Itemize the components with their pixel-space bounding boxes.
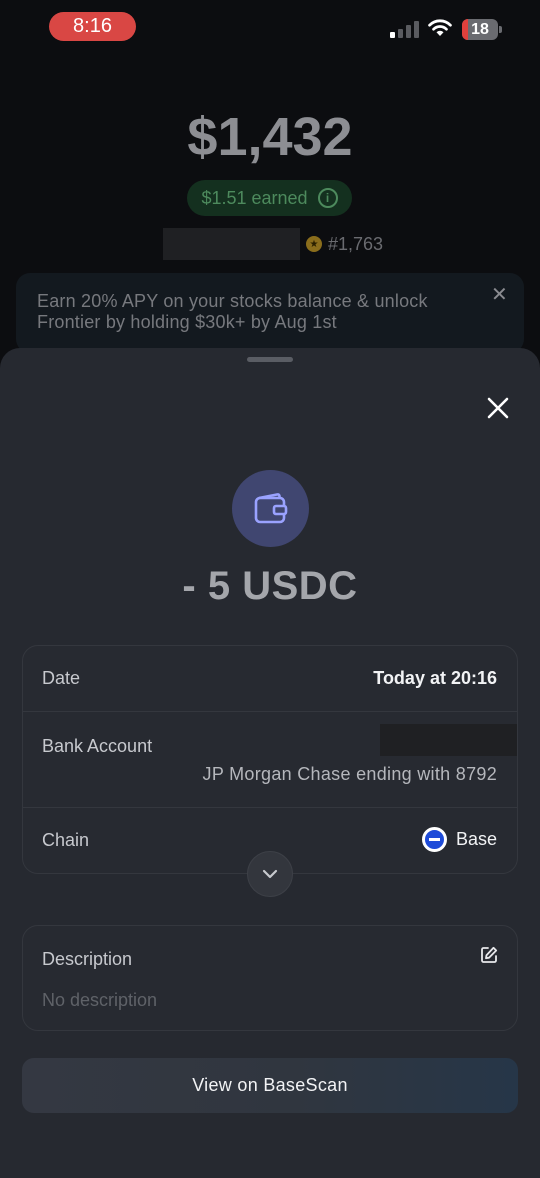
date-value: Today at 20:16	[373, 668, 497, 688]
view-on-basescan-button[interactable]: View on BaseScan	[22, 1058, 518, 1113]
sheet-grabber[interactable]	[247, 357, 293, 362]
chevron-down-icon	[262, 869, 278, 879]
date-label: Date	[42, 668, 81, 688]
wifi-icon	[428, 19, 452, 36]
user-rank-row: ★ #1,763	[163, 228, 383, 260]
chain-label: Chain	[42, 830, 90, 850]
close-icon[interactable]: ✕	[491, 285, 508, 306]
edit-icon[interactable]	[480, 946, 498, 964]
description-placeholder[interactable]: No description	[42, 990, 157, 1011]
chain-value: Base	[455, 829, 497, 849]
bank-account-value: JP Morgan Chase ending with 8792	[202, 764, 497, 784]
promo-banner-text: Earn 20% APY on your stocks balance & un…	[37, 291, 428, 332]
transaction-type-badge	[232, 470, 309, 547]
rank-badge-icon: ★	[306, 236, 322, 252]
battery-icon: 18	[462, 19, 502, 40]
earned-text: $1.51 earned	[201, 187, 308, 208]
portfolio-balance: $1,432	[187, 107, 353, 167]
earned-badge[interactable]: $1.51 earned i	[187, 180, 352, 216]
date-row: Date Today at 20:16	[23, 646, 517, 712]
close-icon[interactable]	[484, 394, 512, 422]
transaction-amount: - 5 USDC	[182, 564, 358, 608]
redacted-account	[380, 724, 517, 756]
description-card[interactable]: Description No description	[22, 925, 518, 1031]
info-icon[interactable]: i	[317, 188, 338, 208]
rank-text: #1,763	[328, 233, 384, 254]
details-card: Date Today at 20:16 Bank Account JP Morg…	[22, 645, 518, 874]
base-chain-icon	[421, 827, 447, 852]
transaction-sheet: - 5 USDC Date Today at 20:16 Bank Accoun…	[0, 348, 540, 1178]
expand-details-button[interactable]	[247, 851, 293, 897]
description-label: Description	[42, 949, 133, 969]
wallet-icon	[254, 492, 287, 523]
battery-level: 18	[471, 20, 489, 38]
signal-icon	[390, 20, 420, 38]
bank-account-label: Bank Account	[42, 736, 153, 756]
status-bar: 8:16 18	[0, 0, 540, 54]
bank-account-row: Bank Account JP Morgan Chase ending with…	[23, 712, 517, 808]
status-time: 8:16	[49, 12, 136, 41]
chain-value-group: Base	[421, 827, 497, 852]
promo-banner[interactable]: Earn 20% APY on your stocks balance & un…	[16, 273, 524, 353]
background-screen: $1,432 $1.51 earned i ★ #1,763 Earn 20% …	[0, 54, 540, 354]
redacted-username	[163, 228, 300, 260]
